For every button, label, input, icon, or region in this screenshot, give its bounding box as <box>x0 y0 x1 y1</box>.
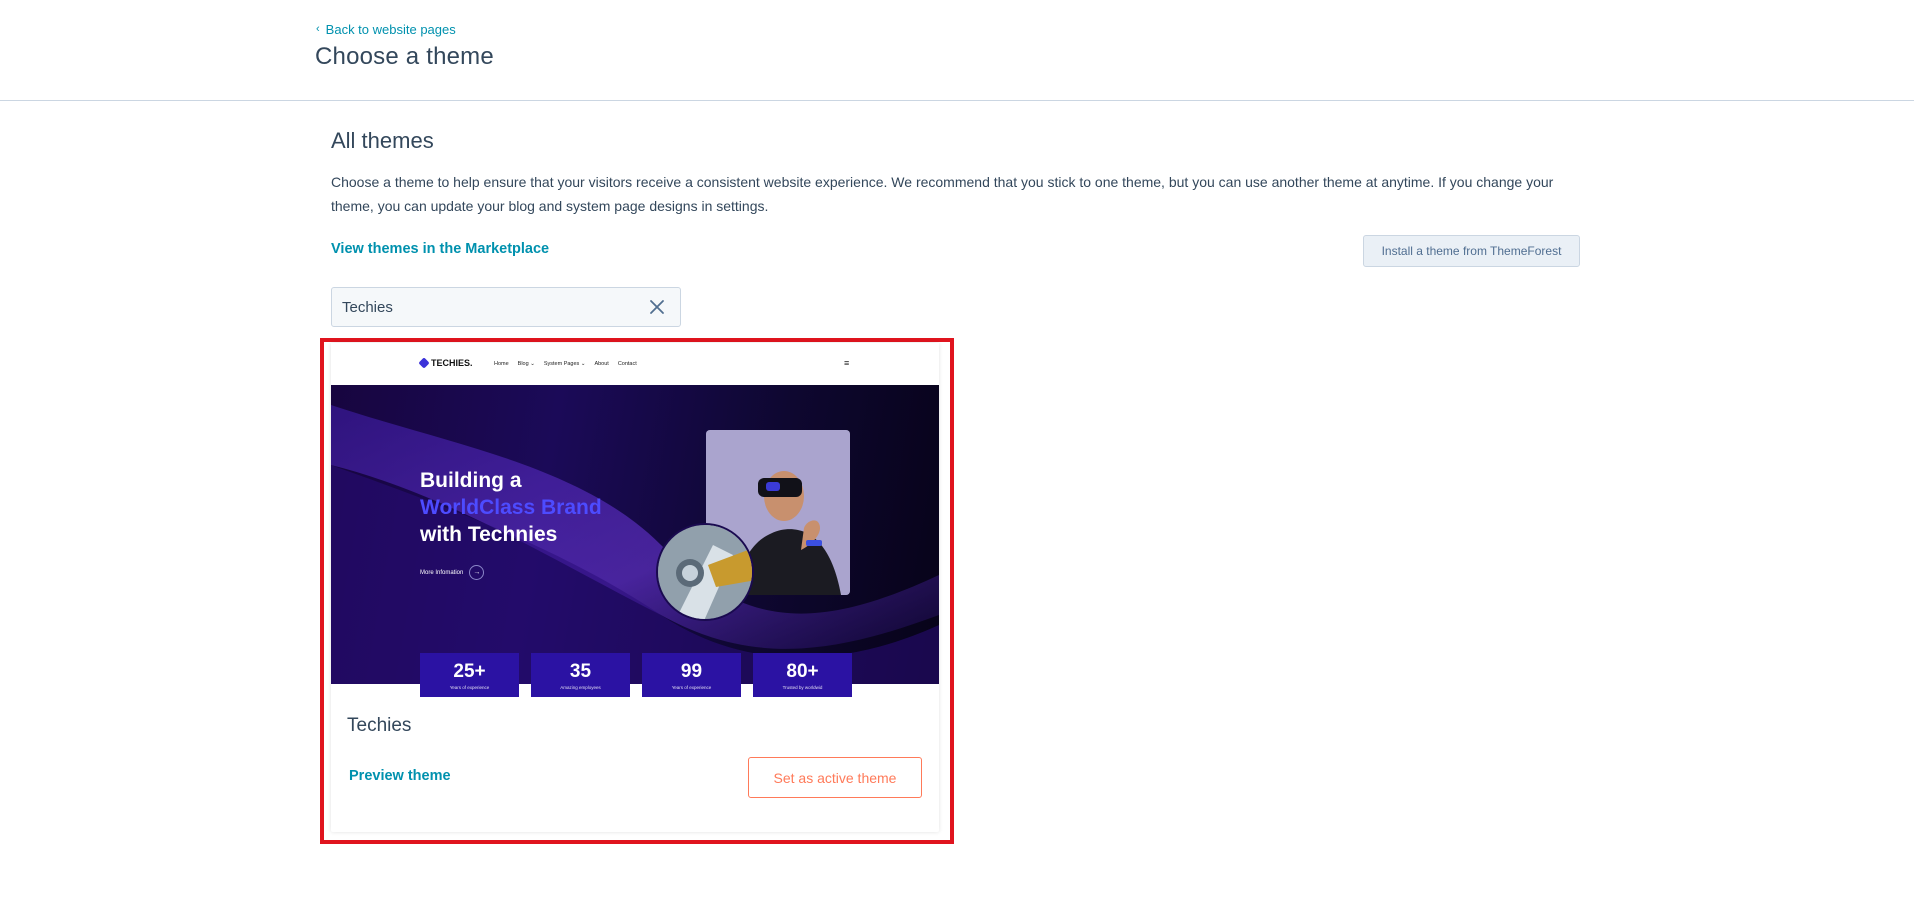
thumbnail-logo-text: TECHIES. <box>431 358 473 368</box>
thumbnail-logo: TECHIES. <box>418 357 473 369</box>
thumbnail-stats: 25+ Years of experience 35 Amazing emplo… <box>420 653 852 697</box>
thumbnail-menu-item: About <box>594 361 609 367</box>
hamburger-icon: ≡ <box>844 358 850 368</box>
more-info-label: More Infomation <box>420 569 464 576</box>
thumbnail-navbar: TECHIES. Home Blog ⌄ System Pages ⌄ Abou… <box>331 343 939 385</box>
factory-circle-image <box>656 523 754 621</box>
arrow-right-icon: → <box>469 565 485 580</box>
headline-line-3: with Technies <box>420 523 558 546</box>
stat-box: 25+ Years of experience <box>420 653 519 697</box>
marketplace-link[interactable]: View themes in the Marketplace <box>331 241 549 257</box>
stat-label: Years of experience <box>671 685 712 690</box>
stat-number: 80+ <box>786 661 819 682</box>
section-title: All themes <box>331 128 434 153</box>
preview-theme-link[interactable]: Preview theme <box>349 768 451 784</box>
set-active-theme-button[interactable]: Set as active theme <box>748 757 922 798</box>
page-header: ‹ Back to website pages Choose a theme <box>0 0 1914 101</box>
page-title: Choose a theme <box>315 43 494 70</box>
thumbnail-hero: Building a WorldClass Brand with Technie… <box>331 385 939 684</box>
thumbnail-menu-item: Contact <box>617 361 637 367</box>
thumbnail-menu-item: Blog ⌄ <box>517 361 535 367</box>
stat-label: Years of experience <box>449 685 490 690</box>
theme-search-box <box>331 287 681 327</box>
stat-number: 99 <box>680 661 703 682</box>
theme-search-input[interactable] <box>342 288 642 326</box>
install-theme-button[interactable]: Install a theme from ThemeForest <box>1363 235 1580 267</box>
theme-card: TECHIES. Home Blog ⌄ System Pages ⌄ Abou… <box>331 343 939 832</box>
back-link-label: Back to website pages <box>325 22 456 37</box>
thumbnail-menu-item: Home <box>494 361 509 367</box>
stat-label: Trusted by worldwid <box>782 685 823 690</box>
stat-number: 35 <box>569 661 592 682</box>
theme-thumbnail[interactable]: TECHIES. Home Blog ⌄ System Pages ⌄ Abou… <box>331 343 939 698</box>
logo-icon <box>418 357 430 369</box>
headline-line-2: WorldClass Brand <box>420 496 602 519</box>
stat-box: 99 Years of experience <box>642 653 741 697</box>
headline-line-1: Building a <box>420 469 522 492</box>
close-icon[interactable] <box>648 298 666 316</box>
stat-label: Amazing employees <box>560 685 601 690</box>
chevron-left-icon: ‹ <box>316 23 320 35</box>
theme-name: Techies <box>347 715 412 736</box>
stat-box: 80+ Trusted by worldwid <box>753 653 852 697</box>
stat-number: 25+ <box>453 661 486 682</box>
thumbnail-menu-item: System Pages ⌄ <box>543 361 586 367</box>
stat-box: 35 Amazing employees <box>531 653 630 697</box>
thumbnail-headline: Building a WorldClass Brand with Technie… <box>420 467 640 548</box>
back-to-website-pages-link[interactable]: ‹ Back to website pages <box>316 22 456 37</box>
thumbnail-menu: Home Blog ⌄ System Pages ⌄ About Contact <box>494 361 637 367</box>
section-description: Choose a theme to help ensure that your … <box>331 174 1554 214</box>
thumbnail-more-info: More Infomation → <box>420 565 485 580</box>
